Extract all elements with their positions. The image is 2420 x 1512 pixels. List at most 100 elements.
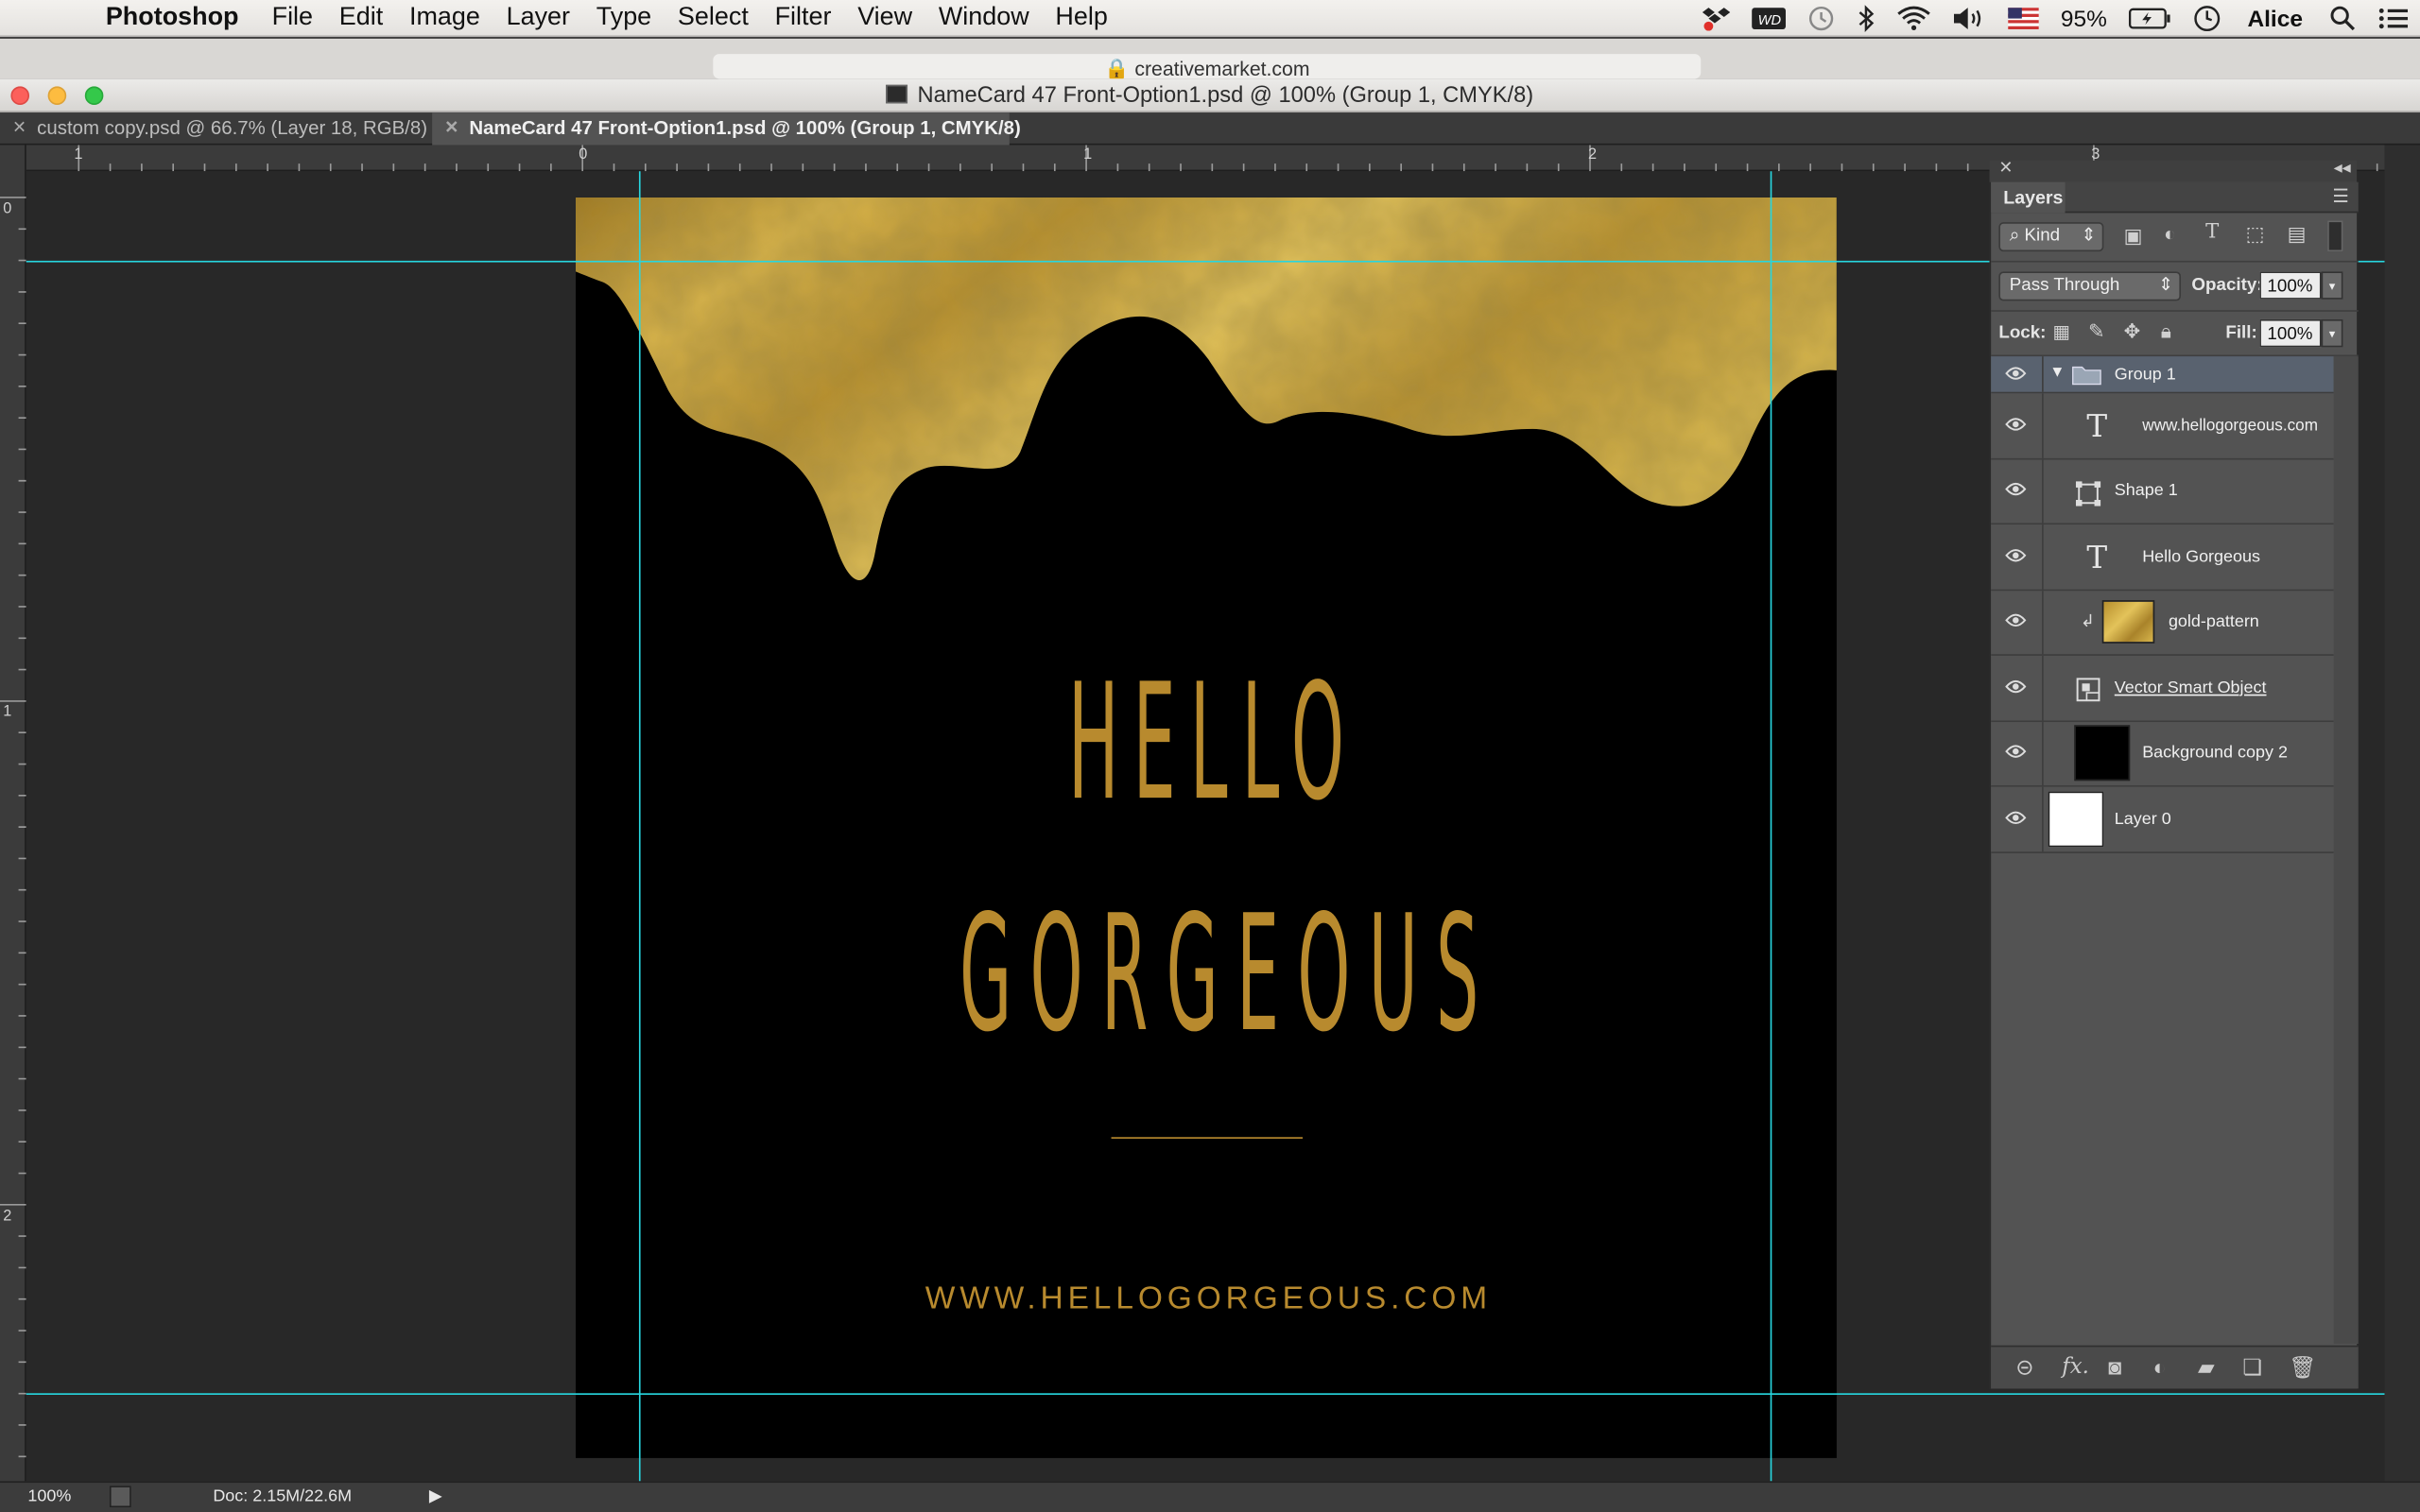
visibility-eye-icon[interactable] (2005, 416, 2027, 431)
layers-scrollbar[interactable] (2333, 356, 2359, 1345)
delete-layer-icon[interactable]: 🗑︎ (2289, 1355, 2316, 1382)
new-adjustment-layer-icon[interactable]: ◐ (2153, 1355, 2167, 1380)
menu-file[interactable]: File (259, 3, 326, 32)
visibility-eye-icon[interactable] (2005, 613, 2027, 628)
clock-icon[interactable] (2183, 5, 2232, 32)
status-share-icon[interactable] (109, 1486, 131, 1508)
layer-row-group-1[interactable]: ▼ Group 1 (1991, 356, 2334, 394)
lock-all-icon[interactable]: 🔒︎ (2161, 319, 2171, 344)
filter-pixel-icon[interactable]: ▣ (2124, 224, 2143, 249)
menu-bar: Photoshop File Edit Image Layer Type Sel… (0, 0, 2420, 38)
guide-vertical[interactable] (1770, 171, 1772, 1482)
fill-dropdown-icon[interactable]: ▾ (2321, 318, 2343, 348)
zoom-window-button[interactable] (84, 86, 104, 106)
user-name[interactable]: Alice (2232, 6, 2318, 32)
menu-edit[interactable]: Edit (326, 3, 396, 32)
layer-row-hello-gorgeous[interactable]: T Hello Gorgeous (1991, 524, 2334, 591)
layer-row-gold-pattern[interactable]: ↲ gold-pattern (1991, 590, 2334, 656)
layer-row-layer-0[interactable]: Layer 0 (1991, 786, 2334, 853)
menu-image[interactable]: Image (396, 3, 493, 32)
dropbox-icon[interactable] (1692, 7, 1741, 31)
battery-icon[interactable] (2118, 8, 2183, 29)
wd-drive-icon[interactable]: WD (1741, 8, 1797, 30)
opacity-dropdown-icon[interactable]: ▾ (2321, 271, 2343, 300)
guide-horizontal[interactable] (26, 1393, 2385, 1395)
right-dock-gutter (2384, 145, 2420, 1482)
layer-name: Background copy 2 (2142, 744, 2288, 763)
tab-custom-copy[interactable]: ✕ custom copy.psd @ 66.7% (Layer 18, RGB… (0, 112, 431, 145)
close-tab-icon[interactable]: ✕ (444, 112, 458, 145)
filter-smart-object-icon[interactable]: ▤ (2288, 222, 2307, 247)
minimize-window-button[interactable] (47, 86, 67, 106)
collapse-panel-icon[interactable]: ◂◂ (2334, 158, 2351, 178)
fill-input[interactable]: 100% (2259, 318, 2322, 348)
battery-percent[interactable]: 95% (2049, 6, 2118, 32)
shape-layer-icon (2075, 480, 2101, 506)
vertical-ruler[interactable]: 0 1 2 (0, 145, 26, 1482)
layer-name: Vector Smart Object (2114, 678, 2267, 697)
browser-address-bar[interactable]: 🔒 creativemarket.com (713, 54, 1702, 80)
layer-row-vector-smart-object[interactable]: Vector Smart Object (1991, 655, 2334, 722)
menu-layer[interactable]: Layer (493, 3, 583, 32)
menu-app[interactable]: Photoshop (93, 3, 259, 32)
ruler-label: 1 (3, 703, 12, 721)
new-layer-icon[interactable]: ❏ (2242, 1355, 2262, 1382)
layer-row-shape-1[interactable]: Shape 1 (1991, 458, 2334, 525)
link-layers-icon[interactable]: ⊝ (2015, 1355, 2033, 1382)
wifi-icon[interactable] (1886, 6, 1942, 31)
menu-type[interactable]: Type (583, 3, 665, 32)
smart-object-icon (2076, 678, 2100, 702)
clipping-mask-icon: ↲ (2080, 611, 2095, 630)
status-menu-arrow-icon[interactable]: ▶ (429, 1486, 442, 1506)
menu-help[interactable]: Help (1043, 3, 1121, 32)
menu-window[interactable]: Window (925, 3, 1043, 32)
tab-namecard[interactable]: ✕ NameCard 47 Front-Option1.psd @ 100% (… (432, 112, 1021, 146)
filter-toggle-switch[interactable] (2327, 220, 2343, 252)
lock-image-icon[interactable]: ✎ (2088, 319, 2105, 344)
spotlight-search-icon[interactable] (2318, 5, 2367, 32)
panel-menu-icon[interactable]: ☰ (2332, 185, 2349, 207)
menu-filter[interactable]: Filter (762, 3, 845, 32)
menu-select[interactable]: Select (665, 3, 762, 32)
close-panel-icon[interactable]: ✕ (1998, 158, 2013, 178)
bluetooth-icon[interactable] (1846, 5, 1886, 32)
document-canvas[interactable]: HELLO GORGEOUS WWW.HELLOGORGEOUS.COM (575, 197, 1837, 1458)
tab-layers[interactable]: Layers (1991, 181, 2066, 214)
flag-us-icon[interactable] (1997, 8, 2050, 30)
visibility-eye-icon[interactable] (2005, 744, 2027, 759)
filter-type-icon[interactable]: T (2205, 220, 2219, 243)
visibility-eye-icon[interactable] (2005, 547, 2027, 562)
menu-view[interactable]: View (844, 3, 925, 32)
new-group-icon[interactable]: ▰ (2198, 1355, 2215, 1382)
close-window-button[interactable] (10, 86, 30, 106)
layer-name: Group 1 (2114, 365, 2176, 384)
ruler-label: 2 (3, 1208, 12, 1226)
zoom-level[interactable]: 100% (27, 1487, 71, 1506)
svg-text:WD: WD (1758, 13, 1782, 28)
gold-drip-pattern (575, 197, 1837, 580)
add-mask-icon[interactable]: ◙ (2108, 1355, 2121, 1380)
visibility-eye-icon[interactable] (2005, 810, 2027, 825)
disclosure-triangle-icon[interactable]: ▼ (2049, 364, 2065, 381)
layer-name: Hello Gorgeous (2142, 547, 2260, 566)
visibility-eye-icon[interactable] (2005, 365, 2027, 380)
opacity-input[interactable]: 100% (2259, 271, 2322, 300)
layer-row-url-text[interactable]: T www.hellogorgeous.com (1991, 393, 2334, 459)
layer-row-background-copy-2[interactable]: Background copy 2 (1991, 721, 2334, 787)
visibility-eye-icon[interactable] (2005, 482, 2027, 497)
filter-shape-icon[interactable]: ⬚ (2246, 222, 2265, 247)
filter-kind-select[interactable]: ⌕ Kind ⇕ (1998, 222, 2104, 252)
lock-row: Lock: ▦ ✎ ✥ 🔒︎ Fill: 100% ▾ (1991, 312, 2359, 357)
guide-vertical[interactable] (638, 171, 641, 1482)
notification-center-icon[interactable] (2368, 7, 2420, 31)
time-machine-icon[interactable] (1797, 5, 1846, 32)
visibility-eye-icon[interactable] (2005, 679, 2027, 694)
layer-style-fx-icon[interactable]: fx. (2062, 1355, 2089, 1380)
lock-position-icon[interactable]: ✥ (2124, 319, 2141, 344)
layer-thumbnail (2074, 725, 2131, 782)
lock-transparent-icon[interactable]: ▦ (2052, 321, 2070, 343)
close-tab-icon[interactable]: ✕ (12, 112, 26, 145)
blend-mode-select[interactable]: Pass Through ⇕ (1998, 271, 2182, 301)
volume-icon[interactable] (1942, 7, 1997, 31)
filter-adjustment-icon[interactable]: ◐ (2164, 222, 2176, 245)
